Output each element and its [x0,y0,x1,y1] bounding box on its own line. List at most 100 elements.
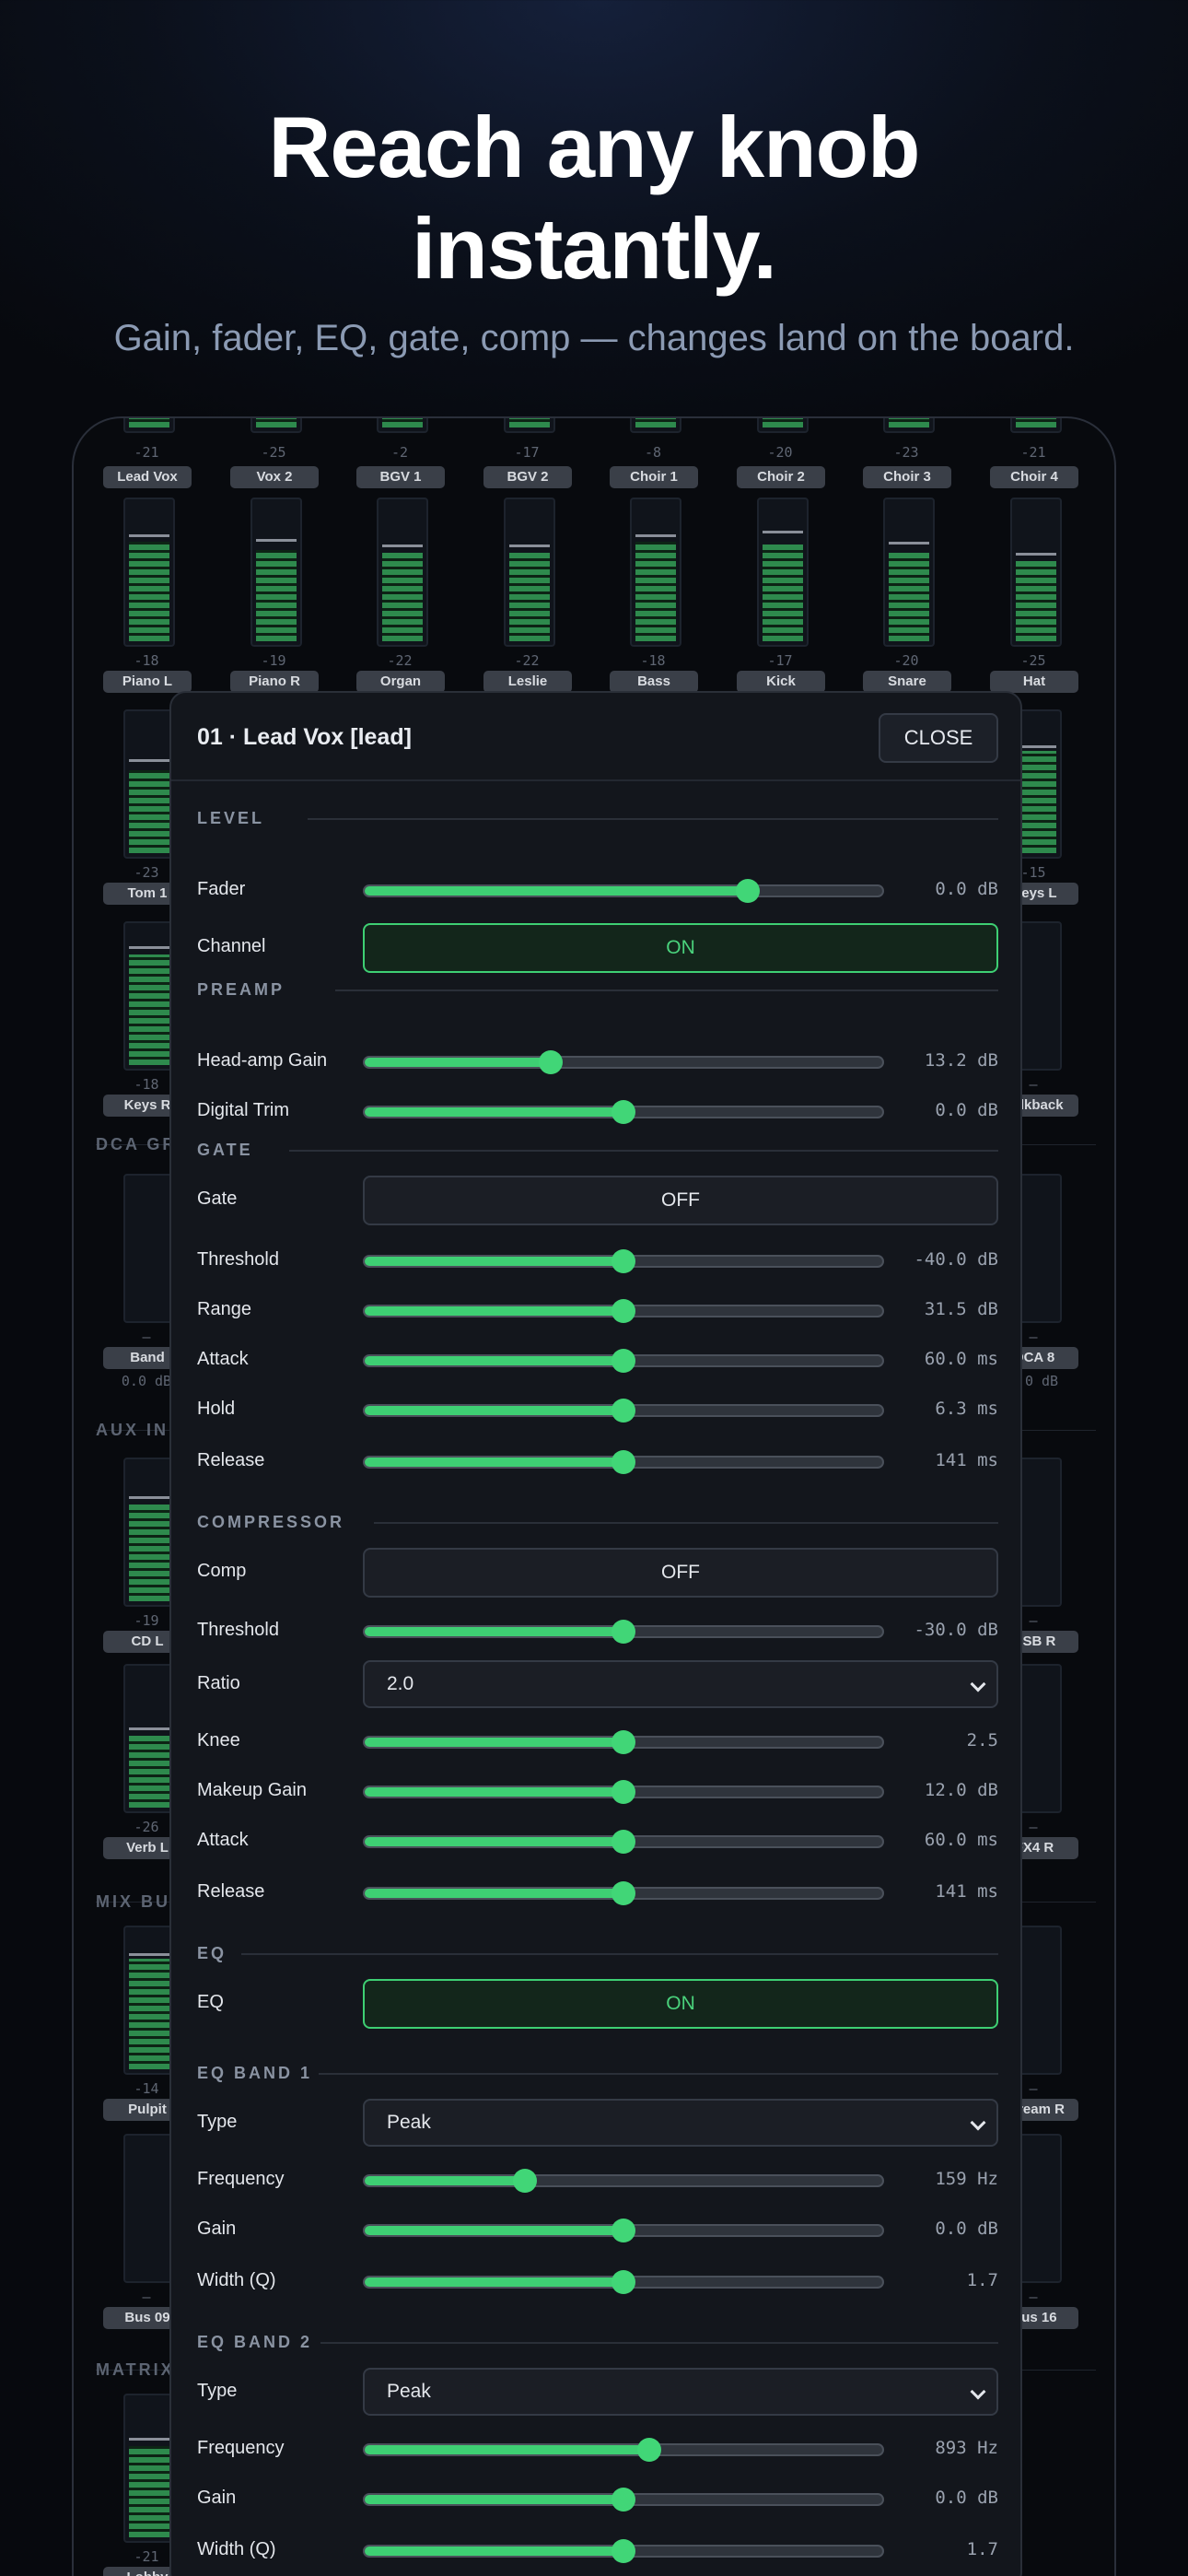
level-meter [757,418,809,433]
band1-type-row: Type Peak [197,2099,998,2149]
headamp-gain-slider[interactable] [363,1050,884,1074]
makeup-gain-row: Makeup Gain 12.0 dB [197,1767,998,1817]
meter-fill [509,553,550,641]
slider-thumb[interactable] [611,1730,635,1754]
comp-threshold-slider[interactable] [363,1620,884,1644]
hero-title: Reach any knob instantly. [0,97,1188,299]
meter-peak [763,531,803,533]
digital-trim-row: Digital Trim 0.0 dB [197,1087,998,1137]
slider-thumb[interactable] [539,1050,564,1074]
slider-thumb[interactable] [735,879,760,903]
level-meter [883,498,935,647]
group-divider [374,1522,998,1524]
knee-value: 2.5 [966,1730,998,1751]
slider-thumb[interactable] [611,1249,635,1273]
slider-thumb[interactable] [611,1620,635,1644]
band2-type-label: Type [197,2381,238,2401]
level-meter [123,709,175,859]
gate-attack-slider[interactable] [363,1349,884,1373]
gate-toggle[interactable]: OFF [363,1176,998,1225]
slider-thumb[interactable] [611,2539,635,2563]
meter-fill [889,418,929,427]
makeup-gain-label: Makeup Gain [197,1780,307,1800]
strip-level-value: -21 [134,444,159,461]
group-label: EQ BAND 1 [197,2064,313,2082]
gate-range-slider[interactable] [363,1299,884,1323]
channel-label: Channel [197,936,266,956]
knee-row: Knee 2.5 [197,1717,998,1767]
band2-type-select[interactable]: Peak [363,2368,998,2416]
group-divider [335,989,998,991]
gate-release-row: Release 141 ms [197,1437,998,1487]
band1-width-slider[interactable] [363,2270,884,2294]
meter-fill [763,418,803,427]
slider-thumb[interactable] [611,1780,635,1804]
slider-thumb[interactable] [611,1349,635,1373]
makeup-gain-slider[interactable] [363,1780,884,1804]
meter-fill [129,2446,169,2537]
band1-gain-label: Gain [197,2219,237,2239]
meter-peak [129,1727,169,1730]
band1-frequency-slider[interactable] [363,2169,884,2193]
meter-peak [129,759,169,762]
fader-label: Fader [197,879,246,899]
level-meter [1010,418,1062,433]
level-meter [123,2134,175,2283]
slider-thumb[interactable] [513,2169,538,2193]
gate-release-value: 141 ms [935,1450,998,1470]
band2-gain-label: Gain [197,2488,237,2508]
strip-name-label: Choir 3 [863,466,951,488]
headamp-gain-row: Head-amp Gain 13.2 dB [197,1037,998,1087]
meter-fill [129,1959,169,2069]
group-divider [308,818,998,820]
slider-thumb[interactable] [611,1399,635,1423]
group-label: EQ BAND 2 [197,2333,313,2351]
level-meter [123,1174,175,1323]
eq-label: EQ [197,1992,224,2012]
gate-release-slider[interactable] [363,1450,884,1474]
slider-thumb[interactable] [611,1299,635,1323]
comp-threshold-value: -30.0 dB [914,1620,998,1640]
band2-gain-slider[interactable] [363,2488,884,2512]
band2-width-slider[interactable] [363,2539,884,2563]
comp-attack-slider[interactable] [363,1830,884,1854]
comp-toggle[interactable]: OFF [363,1548,998,1598]
level-meter [123,1458,175,1607]
strip-name-label: Snare [863,671,951,693]
knee-slider[interactable] [363,1730,884,1754]
slider-thumb[interactable] [611,1830,635,1854]
slider-thumb[interactable] [611,1100,635,1124]
meter-peak [889,542,929,544]
slider-thumb[interactable] [611,2219,635,2242]
comp-release-slider[interactable] [363,1881,884,1905]
band1-type-select[interactable]: Peak [363,2099,998,2147]
meter-peak [129,1953,169,1956]
gate-range-value: 31.5 dB [924,1299,998,1319]
slider-thumb[interactable] [611,1881,635,1905]
makeup-gain-value: 12.0 dB [924,1780,998,1800]
slider-thumb[interactable] [611,2488,635,2512]
slider-fill [365,1406,623,1415]
eq-toggle[interactable]: ON [363,1979,998,2029]
band1-gain-slider[interactable] [363,2219,884,2242]
digital-trim-slider[interactable] [363,1100,884,1124]
slider-fill [365,1356,623,1365]
meter-fill [129,1505,169,1601]
slider-fill [365,1306,623,1316]
fader-slider[interactable] [363,879,884,903]
strip-name-label: BGV 2 [483,466,572,488]
strip-level-value: -21 [1020,444,1046,461]
close-button[interactable]: CLOSE [879,713,998,763]
fader-row: Fader 0.0 dB [197,866,998,916]
slider-thumb[interactable] [611,2270,635,2294]
modal-header: 01 · Lead Vox [lead] CLOSE [171,693,1020,781]
level-meter [630,498,681,647]
gate-hold-slider[interactable] [363,1399,884,1423]
slider-thumb[interactable] [637,2438,662,2462]
ratio-select[interactable]: 2.0 [363,1660,998,1708]
channel-toggle[interactable]: ON [363,923,998,973]
gate-threshold-slider[interactable] [363,1249,884,1273]
band2-frequency-slider[interactable] [363,2438,884,2462]
meter-fill [129,770,169,853]
slider-thumb[interactable] [611,1450,635,1474]
